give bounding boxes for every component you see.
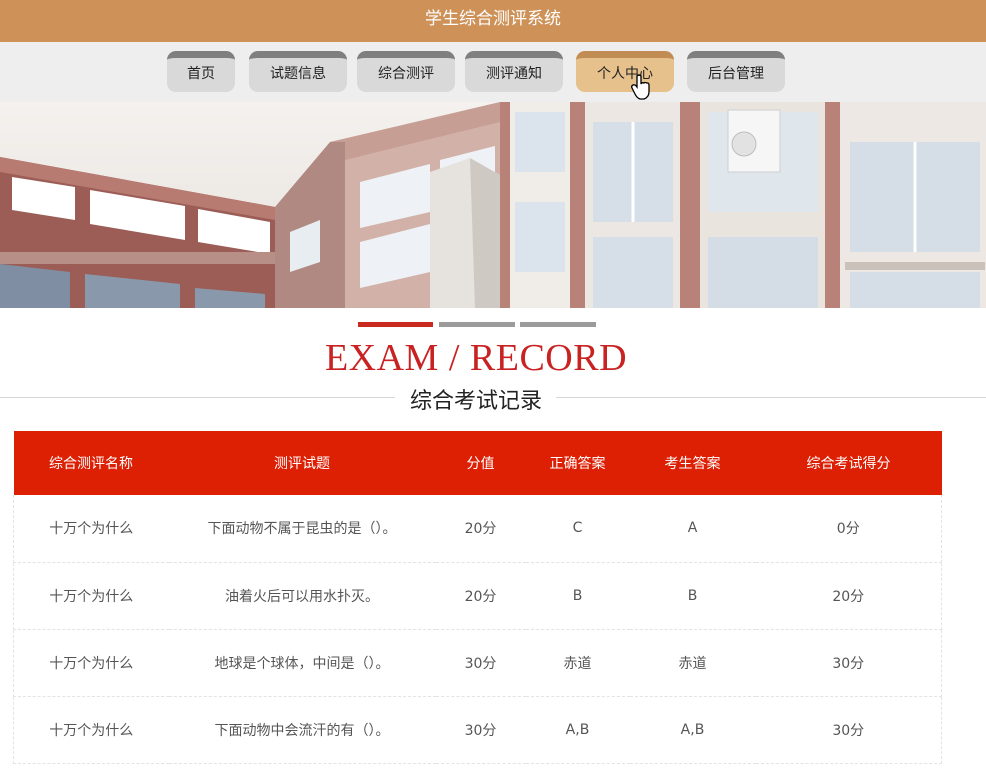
cell-question: 地球是个球体，中间是（）。 <box>168 629 436 697</box>
table-row: 十万个为什么 地球是个球体，中间是（）。 30分 赤道 赤道 30分 <box>13 629 942 697</box>
cell-question: 下面动物中会流汗的有（）。 <box>168 696 436 764</box>
divider-left <box>0 397 395 398</box>
column-header-correct-answer: 正确答案 <box>549 456 606 472</box>
column-header-score: 综合考试得分 <box>806 456 891 472</box>
nav-item-notice[interactable]: 测评通知 <box>465 51 563 92</box>
carousel-indicator-1[interactable] <box>358 322 433 327</box>
nav-item-profile[interactable]: 个人中心 <box>576 51 674 92</box>
table-row: 十万个为什么 下面动物不属于昆虫的是（）。 20分 C A 0分 <box>13 495 942 563</box>
cell-correct-answer: C <box>525 495 630 563</box>
cell-score: 0分 <box>755 495 942 563</box>
table-header-row: 综合测评名称 测评试题 分值 正确答案 考生答案 综合考试得分 <box>13 431 942 495</box>
table-row: 十万个为什么 下面动物中会流汗的有（）。 30分 A,B A,B 30分 <box>13 696 942 764</box>
column-header-student-answer: 考生答案 <box>664 456 721 472</box>
nav-item-question-info[interactable]: 试题信息 <box>249 51 347 92</box>
section-title-cn: 综合考试记录 <box>409 389 542 414</box>
column-header-evaluation-name: 综合测评名称 <box>49 456 133 472</box>
column-header-points: 分值 <box>466 456 495 472</box>
cell-score: 20分 <box>755 562 942 630</box>
cell-evaluation-name: 十万个为什么 <box>13 495 169 563</box>
cell-student-answer: B <box>629 562 756 630</box>
nav-item-admin[interactable]: 后台管理 <box>687 51 785 92</box>
main-nav: 首页 试题信息 综合测评 测评通知 个人中心 后台管理 <box>0 42 986 102</box>
section-title-en: EXAM / RECORD <box>324 337 628 379</box>
app-title: 学生综合测评系统 <box>425 9 561 29</box>
divider-right <box>556 397 986 398</box>
cell-student-answer: 赤道 <box>629 629 756 697</box>
carousel-indicator-3[interactable] <box>520 322 596 327</box>
cell-points: 20分 <box>435 562 526 630</box>
app-header: 学生综合测评系统 <box>0 0 986 42</box>
cell-evaluation-name: 十万个为什么 <box>13 629 169 697</box>
cell-points: 30分 <box>435 696 526 764</box>
cell-score: 30分 <box>755 696 942 764</box>
table-row: 十万个为什么 油着火后可以用水扑灭。 20分 B B 20分 <box>13 562 942 630</box>
column-header-question: 测评试题 <box>274 456 330 472</box>
exam-record-table: 综合测评名称 测评试题 分值 正确答案 考生答案 综合考试得分 十万个为什么 下… <box>13 431 942 764</box>
cell-correct-answer: A,B <box>525 696 630 764</box>
building-illustration <box>0 102 986 308</box>
cell-correct-answer: B <box>525 562 630 630</box>
cell-student-answer: A <box>629 495 756 563</box>
cell-question: 油着火后可以用水扑灭。 <box>168 562 436 630</box>
cell-evaluation-name: 十万个为什么 <box>13 696 169 764</box>
nav-item-evaluation[interactable]: 综合测评 <box>357 51 455 92</box>
hand-cursor-icon <box>631 74 650 100</box>
cell-points: 30分 <box>435 629 526 697</box>
cell-points: 20分 <box>435 495 526 563</box>
cell-score: 30分 <box>755 629 942 697</box>
nav-item-home[interactable]: 首页 <box>167 51 235 92</box>
campus-banner-image <box>0 102 986 308</box>
carousel-indicator-2[interactable] <box>439 322 515 327</box>
cell-question: 下面动物不属于昆虫的是（）。 <box>168 495 436 563</box>
cell-student-answer: A,B <box>629 696 756 764</box>
cell-correct-answer: 赤道 <box>525 629 630 697</box>
cell-evaluation-name: 十万个为什么 <box>13 562 169 630</box>
